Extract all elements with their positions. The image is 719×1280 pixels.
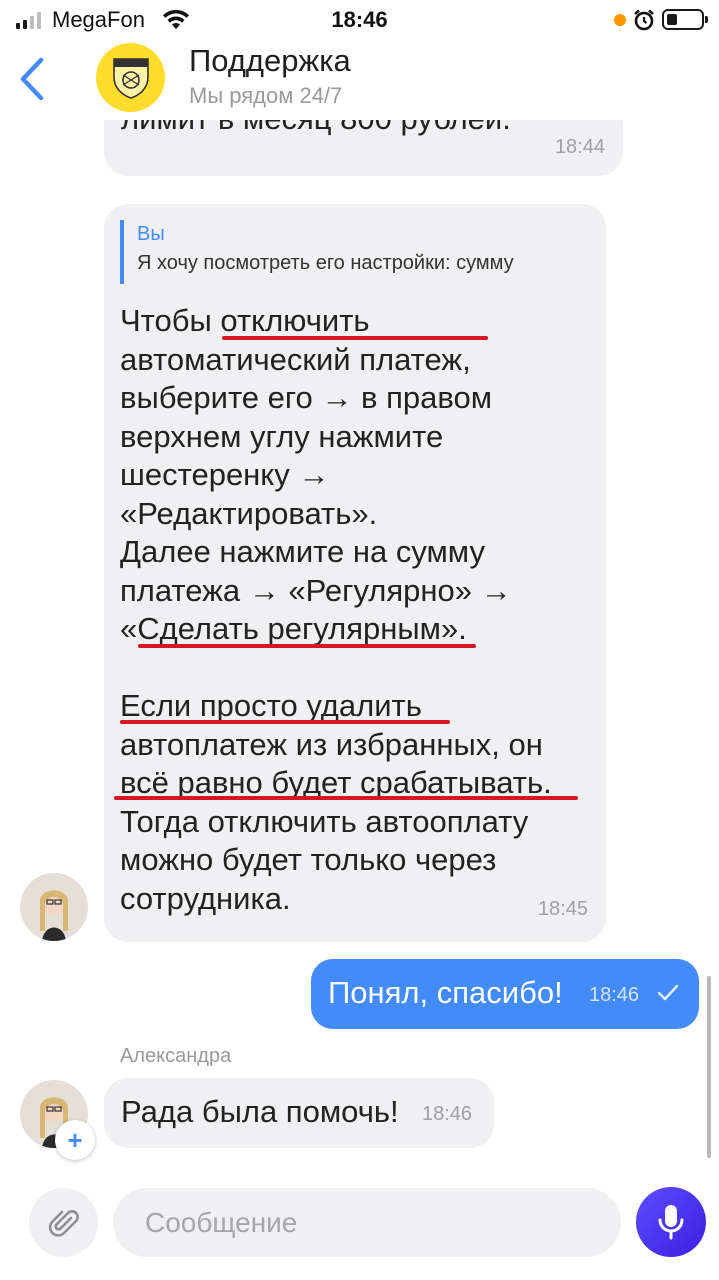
underline-annotation: [138, 644, 476, 648]
message-input[interactable]: [113, 1188, 621, 1257]
status-time: 18:46: [331, 7, 388, 32]
message-text: лимит в месяц 800 рублей.: [121, 120, 511, 139]
agent-avatar[interactable]: [20, 873, 88, 941]
message-bubble-incoming[interactable]: Вы Я хочу посмотреть его настройки: сумм…: [104, 204, 606, 942]
orange-dot-indicator: [614, 14, 626, 26]
support-avatar[interactable]: [96, 43, 165, 112]
paperclip-icon: [48, 1209, 79, 1237]
battery-icon: [662, 9, 708, 30]
reply-quote[interactable]: Вы Я хочу посмотреть его настройки: сумм…: [120, 220, 590, 284]
message-time: 18:46: [422, 1103, 473, 1125]
underline-annotation: [222, 336, 488, 340]
bank-logo-icon: [112, 57, 149, 99]
quote-text: Я хочу посмотреть его настройки: сумму: [137, 252, 514, 274]
checkmark-icon: [657, 984, 679, 1001]
message-time: 18:45: [537, 898, 588, 920]
message-list[interactable]: лимит в месяц 800 рублей. 18:44 Вы Я хоч…: [0, 120, 719, 1170]
chat-subtitle: Мы рядом 24/7: [189, 83, 343, 108]
attach-button[interactable]: [29, 1188, 98, 1257]
plus-icon: +: [67, 1124, 83, 1155]
alarm-icon: [632, 8, 656, 37]
message-time: 18:46: [589, 984, 640, 1006]
message-bubble-outgoing[interactable]: Понял, спасибо! 18:46: [311, 959, 699, 1029]
message-text: Рада была помочь!: [121, 1094, 399, 1129]
status-bar: MegaFon 18:46: [0, 0, 719, 40]
microphone-button[interactable]: [636, 1187, 706, 1257]
message-time: 18:44: [554, 136, 605, 158]
underline-annotation: [114, 796, 578, 800]
sender-name: Александра: [120, 1045, 232, 1067]
message-bubble-incoming[interactable]: Рада была помочь! 18:46: [104, 1078, 494, 1148]
message-bubble-incoming[interactable]: лимит в месяц 800 рублей. 18:44: [104, 120, 623, 176]
quote-author: Вы: [137, 223, 165, 245]
chat-header: Поддержка Мы рядом 24/7: [0, 40, 719, 120]
message-text: Понял, спасибо!: [328, 975, 563, 1010]
underline-annotation: [120, 720, 450, 724]
back-button[interactable]: [10, 54, 54, 104]
plus-badge-button[interactable]: +: [55, 1120, 95, 1160]
chevron-left-icon: [20, 57, 44, 101]
chat-title: Поддержка: [189, 43, 351, 78]
battery-level: [667, 14, 677, 25]
scrollbar[interactable]: [707, 976, 711, 1158]
message-text: Чтобы отключить автоматический платеж, в…: [120, 303, 552, 916]
microphone-icon: [658, 1205, 684, 1240]
